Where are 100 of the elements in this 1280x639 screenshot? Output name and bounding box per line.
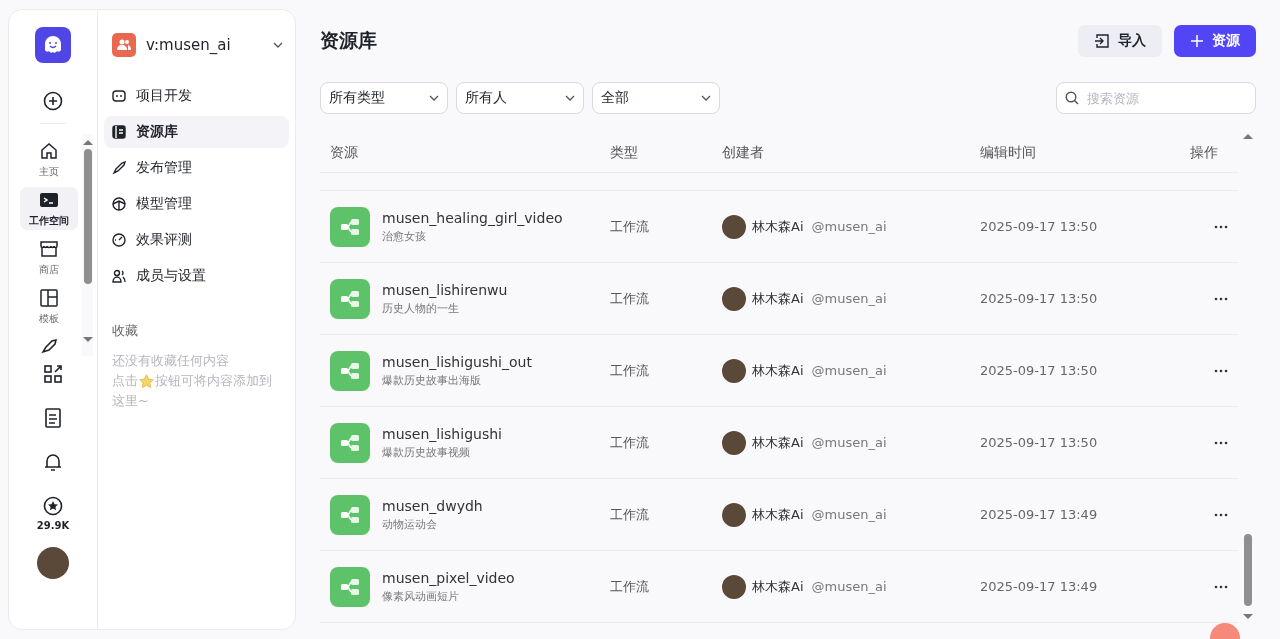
type-cell-text: 工作流 <box>610 577 650 596</box>
chevron-down-icon <box>429 95 439 101</box>
filter-dropdown[interactable]: 全部 <box>592 82 720 114</box>
workflow-icon <box>330 350 370 391</box>
resource-name[interactable]: musen_pixel_video <box>382 569 515 586</box>
store-icon <box>39 238 60 259</box>
plus-icon <box>1190 34 1204 48</box>
resource-name[interactable]: musen_dwydh <box>382 497 483 514</box>
nav-item[interactable]: 成员与设置 <box>104 260 289 292</box>
column-header: 创建者 <box>722 144 765 162</box>
workflow-icon <box>330 206 370 247</box>
time-cell-text: 2025-09-17 13:49 <box>980 579 1099 594</box>
rail-item[interactable]: 工作空间 <box>20 187 79 230</box>
column-header: 资源 <box>329 144 359 162</box>
type-cell-text: 工作流 <box>610 505 650 524</box>
nav-item[interactable]: 发布管理 <box>104 152 289 184</box>
search-field[interactable]: 搜索资源 <box>1056 82 1256 114</box>
book-icon <box>112 125 126 139</box>
more-icon[interactable] <box>1214 224 1228 229</box>
more-icon[interactable] <box>1214 584 1228 589</box>
apps-icon[interactable] <box>44 365 62 383</box>
filter-dropdown[interactable]: 所有类型 <box>320 82 448 114</box>
avatar <box>722 214 746 239</box>
rail-item[interactable]: 主页 <box>20 138 79 181</box>
creator-name: 林木森Ai <box>752 361 804 380</box>
search-icon <box>1065 91 1079 105</box>
workflow-icon <box>330 494 370 535</box>
type-cell-text: 工作流 <box>610 217 650 236</box>
rail-item[interactable]: 模板 <box>20 285 79 328</box>
layout-icon <box>39 287 60 308</box>
creator-handle: @musen_ai <box>811 291 887 306</box>
creator-name: 林木森Ai <box>752 505 804 524</box>
star-icon <box>139 373 154 389</box>
resource-description: 历史人物的一生 <box>382 300 459 316</box>
resource-name[interactable]: musen_lishigushi <box>382 425 502 442</box>
nav-item[interactable]: 效果评测 <box>104 224 289 256</box>
time-cell-text: 2025-09-17 13:50 <box>980 291 1099 306</box>
favorites-empty-text: 还没有收藏任何内容 <box>112 352 230 370</box>
avatar <box>722 502 746 527</box>
robot-icon <box>112 89 126 103</box>
type-cell-text: 工作流 <box>610 433 650 452</box>
nav-item[interactable]: 项目开发 <box>104 80 289 112</box>
column-header: 编辑时间 <box>980 144 1037 162</box>
resource-description: 动物运动会 <box>382 516 437 532</box>
time-cell-text: 2025-09-17 13:50 <box>980 363 1099 378</box>
avatar <box>722 358 746 383</box>
more-icon[interactable] <box>1214 368 1228 373</box>
nav-item[interactable]: 资源库 <box>104 116 289 148</box>
time-cell-text: 2025-09-17 13:50 <box>980 219 1099 234</box>
avatar <box>722 286 746 311</box>
creator-name: 林木森Ai <box>752 217 804 236</box>
scrollbar[interactable] <box>82 134 93 356</box>
time-cell-text: 2025-09-17 13:49 <box>980 507 1099 522</box>
favorites-hint: 按钮可将内容添加到 <box>155 372 272 390</box>
star-count: 29.9K <box>36 520 70 531</box>
favorites-title: 收藏 <box>112 322 139 340</box>
filter-dropdown[interactable]: 所有人 <box>456 82 584 114</box>
creator-handle: @musen_ai <box>811 579 887 594</box>
column-header: 类型 <box>610 144 639 162</box>
favorites-hint: 点击 <box>112 372 138 390</box>
workflow-icon <box>330 566 370 607</box>
resource-description: 爆款历史故事视频 <box>382 444 470 460</box>
resource-name[interactable]: musen_healing_girl_video <box>382 209 563 226</box>
avatar[interactable] <box>37 547 69 579</box>
time-cell-text: 2025-09-17 13:50 <box>980 435 1099 450</box>
workflow-icon <box>330 422 370 463</box>
avatar <box>722 574 746 599</box>
add-resource-button[interactable]: 资源 <box>1174 25 1256 57</box>
more-icon[interactable] <box>1214 296 1228 301</box>
chevron-down-icon <box>565 95 575 101</box>
creator-name: 林木森Ai <box>752 577 804 596</box>
more-icon[interactable] <box>1214 512 1228 517</box>
chevron-down-icon[interactable] <box>273 42 283 48</box>
creator-handle: @musen_ai <box>811 363 887 378</box>
import-icon <box>1094 33 1110 49</box>
creator-handle: @musen_ai <box>811 219 887 234</box>
rail-item[interactable]: 商店 <box>20 236 79 279</box>
page-title: 资源库 <box>320 28 378 53</box>
type-cell-text: 工作流 <box>610 289 650 308</box>
add-icon[interactable] <box>43 91 63 111</box>
resource-description: 爆款历史故事出海版 <box>382 372 481 388</box>
import-button[interactable]: 导入 <box>1078 25 1162 57</box>
people-icon <box>112 269 126 283</box>
workflow-icon <box>330 278 370 319</box>
avatar <box>722 430 746 455</box>
workspace-selector[interactable]: v:musen_ai <box>104 32 289 58</box>
creator-handle: @musen_ai <box>811 507 887 522</box>
chevron-down-icon <box>701 95 711 101</box>
creator-name: 林木森Ai <box>752 433 804 452</box>
home-icon <box>39 140 60 161</box>
nav-item[interactable]: 模型管理 <box>104 188 289 220</box>
more-icon[interactable] <box>1214 440 1228 445</box>
resource-description: 像素风动画短片 <box>382 588 459 604</box>
resource-name[interactable]: musen_lishirenwu <box>382 281 508 298</box>
resource-name[interactable]: musen_lishigushi_out <box>382 353 532 370</box>
column-header: 操作 <box>1190 144 1219 162</box>
document-icon[interactable] <box>45 408 61 428</box>
logo-icon[interactable] <box>35 27 71 63</box>
notification-icon[interactable] <box>44 452 62 472</box>
type-cell-text: 工作流 <box>610 361 650 380</box>
